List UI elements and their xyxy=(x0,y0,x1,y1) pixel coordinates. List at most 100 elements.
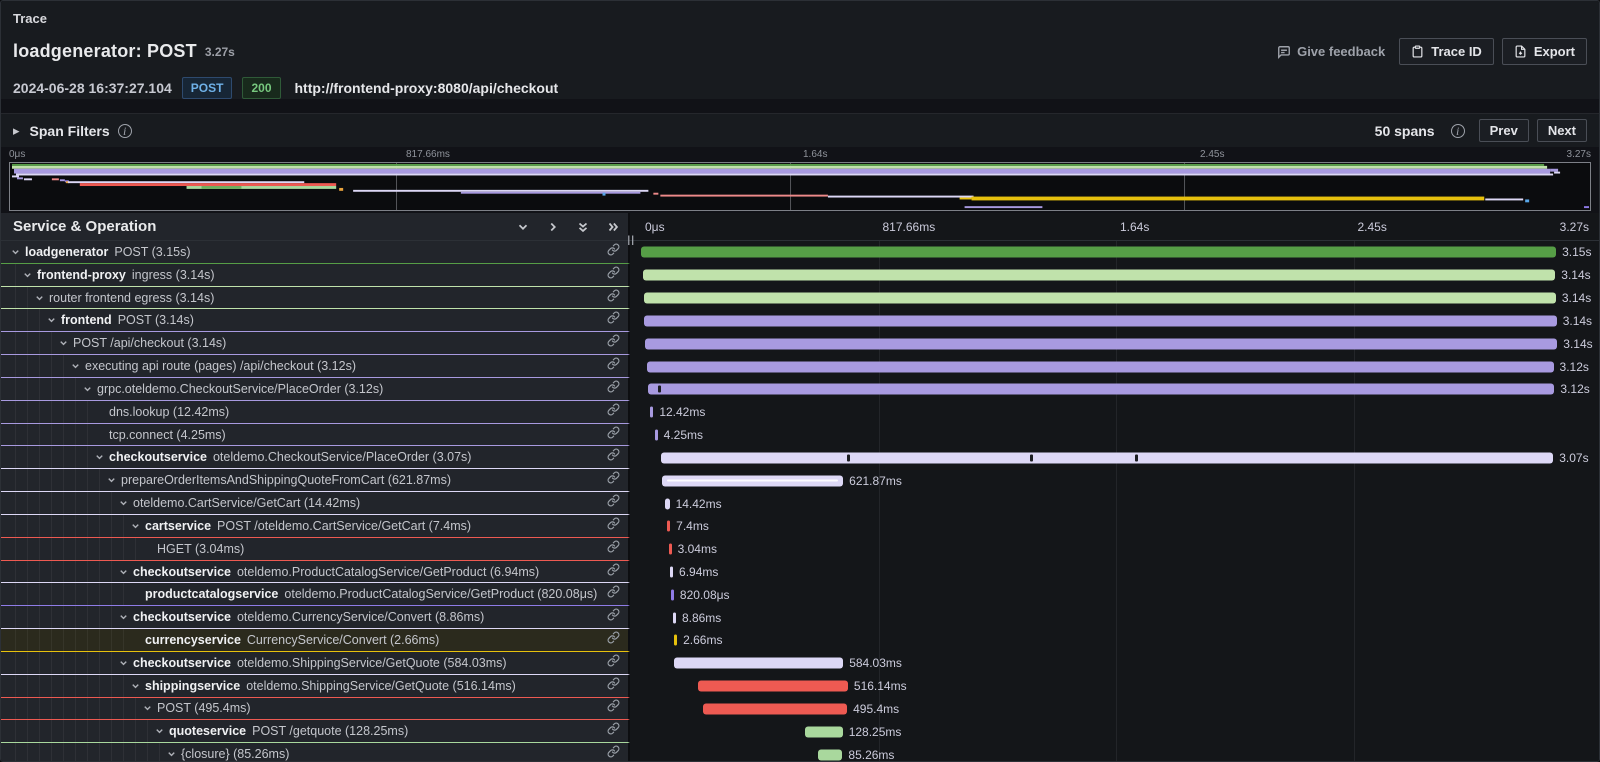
give-feedback-link[interactable]: Give feedback xyxy=(1277,44,1385,59)
chevron-down-icon[interactable] xyxy=(22,269,33,280)
span-duration-bar[interactable] xyxy=(673,612,676,623)
span-bar-cell[interactable]: 85.26ms xyxy=(630,743,1599,762)
span-label-cell[interactable]: checkoutserviceoteldemo.CheckoutService/… xyxy=(1,446,630,469)
collapse-one-icon[interactable] xyxy=(516,220,530,234)
span-link-icon[interactable] xyxy=(607,608,620,626)
span-bar-cell[interactable]: 2.66ms xyxy=(630,629,1599,652)
span-duration-bar[interactable] xyxy=(674,635,677,646)
chevron-down-icon[interactable] xyxy=(118,657,129,668)
span-row[interactable]: checkoutserviceoteldemo.ProductCatalogSe… xyxy=(1,561,1599,584)
chevron-right-icon[interactable]: ▸ xyxy=(13,123,20,139)
span-label-cell[interactable]: prepareOrderItemsAndShippingQuoteFromCar… xyxy=(1,469,630,492)
span-duration-bar[interactable] xyxy=(662,475,843,486)
span-row[interactable]: tcp.connect (4.25ms)4.25ms xyxy=(1,424,1599,447)
span-row[interactable]: HGET (3.04ms)3.04ms xyxy=(1,538,1599,561)
span-link-icon[interactable] xyxy=(607,403,620,421)
next-button[interactable]: Next xyxy=(1537,119,1587,142)
column-resize-handle[interactable]: || xyxy=(627,235,635,246)
span-label-cell[interactable]: {closure} (85.26ms) xyxy=(1,743,630,762)
chevron-down-icon[interactable] xyxy=(118,498,129,509)
chevron-down-icon[interactable] xyxy=(46,315,57,326)
span-label-cell[interactable]: frontend-proxyingress (3.14s) xyxy=(1,264,630,287)
span-link-icon[interactable] xyxy=(607,471,620,489)
span-duration-bar[interactable] xyxy=(648,384,1554,395)
span-duration-bar[interactable] xyxy=(670,567,673,578)
span-link-icon[interactable] xyxy=(607,334,620,352)
span-bar-cell[interactable]: 3.14s xyxy=(630,264,1599,287)
span-row[interactable]: {closure} (85.26ms)85.26ms xyxy=(1,743,1599,762)
chevron-down-icon[interactable] xyxy=(94,452,105,463)
span-bar-cell[interactable]: 7.4ms xyxy=(630,515,1599,538)
span-bar-cell[interactable]: 621.87ms xyxy=(630,469,1599,492)
chevron-down-icon[interactable] xyxy=(34,292,45,303)
span-bar-cell[interactable]: 516.14ms xyxy=(630,675,1599,698)
span-row[interactable]: router frontend egress (3.14s)3.14s xyxy=(1,287,1599,310)
chevron-down-icon[interactable] xyxy=(142,703,153,714)
span-duration-bar[interactable] xyxy=(650,407,654,418)
span-link-icon[interactable] xyxy=(607,585,620,603)
span-label-cell[interactable]: POST (495.4ms) xyxy=(1,698,630,721)
expand-one-icon[interactable] xyxy=(546,220,560,234)
span-bar-cell[interactable]: 3.07s xyxy=(630,446,1599,469)
span-row[interactable]: loadgeneratorPOST (3.15s)3.15s xyxy=(1,241,1599,264)
span-bar-cell[interactable]: 495.4ms xyxy=(630,698,1599,721)
span-bar-cell[interactable]: 3.12s xyxy=(630,378,1599,401)
span-label-cell[interactable]: quoteservicePOST /getquote (128.25ms) xyxy=(1,720,630,743)
span-bar-cell[interactable]: 128.25ms xyxy=(630,720,1599,743)
span-link-icon[interactable] xyxy=(607,654,620,672)
span-label-cell[interactable]: shippingserviceoteldemo.ShippingService/… xyxy=(1,675,630,698)
chevron-down-icon[interactable] xyxy=(118,612,129,623)
span-duration-bar[interactable] xyxy=(643,270,1555,281)
trace-minimap[interactable]: 0μs817.66ms1.64s2.45s3.27s xyxy=(1,147,1599,213)
span-link-icon[interactable] xyxy=(607,699,620,717)
span-row[interactable]: cartservicePOST /oteldemo.CartService/Ge… xyxy=(1,515,1599,538)
span-row[interactable]: quoteservicePOST /getquote (128.25ms)128… xyxy=(1,720,1599,743)
span-label-cell[interactable]: HGET (3.04ms) xyxy=(1,538,630,561)
span-duration-bar[interactable] xyxy=(647,361,1553,372)
span-link-icon[interactable] xyxy=(607,243,620,261)
span-label-cell[interactable]: tcp.connect (4.25ms) xyxy=(1,424,630,447)
span-duration-bar[interactable] xyxy=(703,703,847,714)
span-row[interactable]: checkoutserviceoteldemo.CurrencyService/… xyxy=(1,606,1599,629)
span-bar-cell[interactable]: 3.14s xyxy=(630,332,1599,355)
span-link-icon[interactable] xyxy=(607,540,620,558)
span-row[interactable]: POST /api/checkout (3.14s)3.14s xyxy=(1,332,1599,355)
span-link-icon[interactable] xyxy=(607,266,620,284)
span-label-cell[interactable]: productcatalogserviceoteldemo.ProductCat… xyxy=(1,583,630,606)
span-row[interactable]: POST (495.4ms)495.4ms xyxy=(1,698,1599,721)
span-duration-bar[interactable] xyxy=(661,452,1553,463)
span-label-cell[interactable]: dns.lookup (12.42ms) xyxy=(1,401,630,424)
chevron-down-icon[interactable] xyxy=(166,749,177,760)
span-bar-cell[interactable]: 3.14s xyxy=(630,309,1599,332)
span-link-icon[interactable] xyxy=(607,311,620,329)
span-label-cell[interactable]: cartservicePOST /oteldemo.CartService/Ge… xyxy=(1,515,630,538)
span-link-icon[interactable] xyxy=(607,517,620,535)
span-row[interactable]: checkoutserviceoteldemo.CheckoutService/… xyxy=(1,446,1599,469)
export-button[interactable]: Export xyxy=(1502,38,1587,65)
prev-button[interactable]: Prev xyxy=(1479,119,1529,142)
span-duration-bar[interactable] xyxy=(641,247,1556,258)
span-row[interactable]: prepareOrderItemsAndShippingQuoteFromCar… xyxy=(1,469,1599,492)
span-link-icon[interactable] xyxy=(607,289,620,307)
span-bar-cell[interactable]: 820.08μs xyxy=(630,583,1599,606)
span-link-icon[interactable] xyxy=(607,745,620,762)
span-row[interactable]: executing api route (pages) /api/checkou… xyxy=(1,355,1599,378)
chevron-down-icon[interactable] xyxy=(106,475,117,486)
span-duration-bar[interactable] xyxy=(669,544,672,555)
chevron-down-icon[interactable] xyxy=(130,680,141,691)
span-row[interactable]: currencyserviceCurrencyService/Convert (… xyxy=(1,629,1599,652)
span-label-cell[interactable]: oteldemo.CartService/GetCart (14.42ms) xyxy=(1,492,630,515)
span-label-cell[interactable]: frontendPOST (3.14s) xyxy=(1,309,630,332)
span-link-icon[interactable] xyxy=(607,494,620,512)
span-bar-cell[interactable]: 3.15s xyxy=(630,241,1599,264)
span-bar-cell[interactable]: 3.14s xyxy=(630,287,1599,310)
span-link-icon[interactable] xyxy=(607,380,620,398)
span-row[interactable]: oteldemo.CartService/GetCart (14.42ms)14… xyxy=(1,492,1599,515)
span-label-cell[interactable]: checkoutserviceoteldemo.ProductCatalogSe… xyxy=(1,561,630,584)
span-duration-bar[interactable] xyxy=(671,589,674,600)
span-label-cell[interactable]: executing api route (pages) /api/checkou… xyxy=(1,355,630,378)
span-row[interactable]: frontend-proxyingress (3.14s)3.14s xyxy=(1,264,1599,287)
chevron-down-icon[interactable] xyxy=(70,361,81,372)
span-bar-cell[interactable]: 12.42ms xyxy=(630,401,1599,424)
span-label-cell[interactable]: POST /api/checkout (3.14s) xyxy=(1,332,630,355)
